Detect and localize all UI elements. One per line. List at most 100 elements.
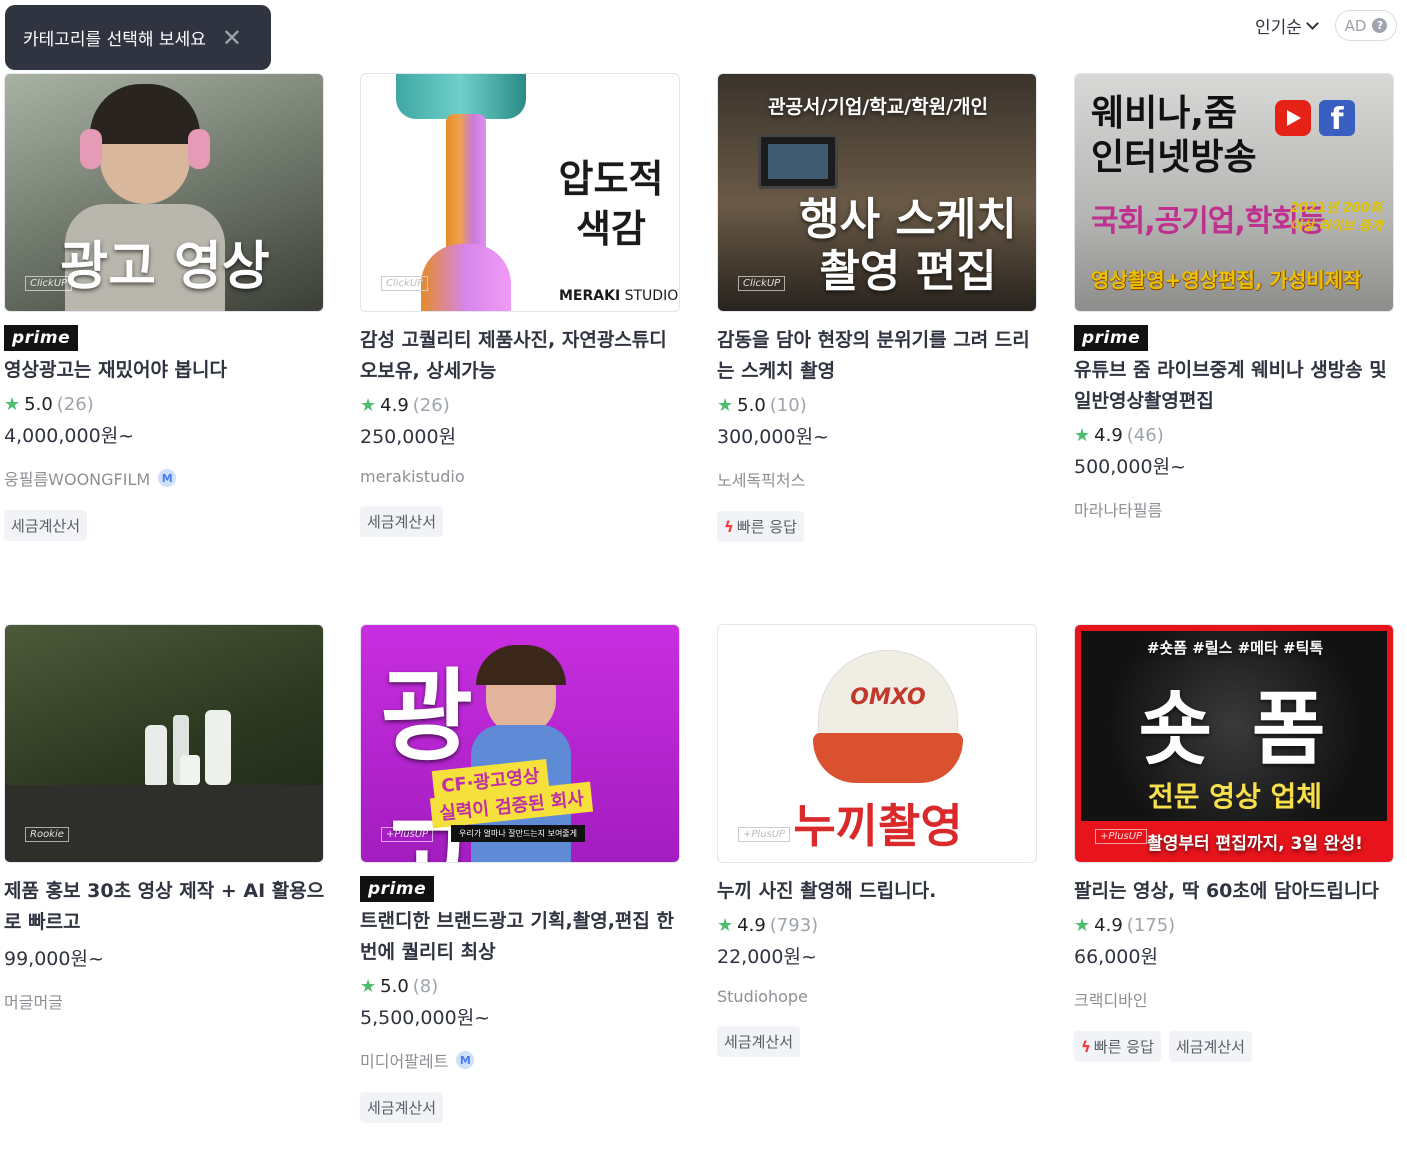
clickup-tag: ClickUP [381, 276, 429, 291]
rating: ★ 5.0 (26) [4, 394, 326, 415]
gig-card[interactable]: 웨비나,줌 인터넷방송 f 국회,공기업,학회등 2021년 200회 이상 라… [1074, 73, 1396, 521]
gig-thumbnail[interactable]: 광고 CF·광고영상 실력이 검증된 회사 우리가 얼마나 잘만드는지 보여줄게… [360, 624, 680, 863]
brand-light: STUDIO [620, 288, 679, 304]
cap-logo-text: OMXO [850, 685, 926, 710]
m-badge-icon: M [158, 469, 177, 487]
gig-card[interactable]: 광고 영상 ClickUP prime 영상광고는 재밌어야 봅니다 ★ 5.0… [4, 73, 326, 541]
youtube-icon [1275, 100, 1311, 136]
gig-title[interactable]: 영상광고는 재밌어야 봅니다 [4, 355, 326, 386]
help-icon: ? [1372, 18, 1388, 33]
seller-name: merakistudio [360, 467, 465, 486]
chevron-down-icon [1306, 16, 1319, 30]
prime-badge: prime [360, 876, 435, 902]
lightning-icon: ϟ [1081, 1037, 1091, 1056]
thumbnail-top-caption: 관공서/기업/학교/학원/개인 [767, 96, 989, 118]
gig-card[interactable]: 관공서/기업/학교/학원/개인 행사 스케치 촬영 편집 ClickUP 감동을… [717, 73, 1039, 542]
seller-name: 머글머글 [4, 993, 63, 1012]
category-tooltip: 카테고리를 선택해 보세요 ✕ [5, 5, 271, 70]
rating-value: 4.9 [1094, 425, 1123, 446]
thumbnail-top-caption: 웨비나,줌 인터넷방송 [1091, 93, 1257, 178]
thumbnail-sub-caption: 전문 영상 업체 [1147, 780, 1323, 813]
prime-badge: prime [4, 325, 79, 351]
tag-label: 빠른 응답 [1093, 1038, 1154, 1056]
tag-list: ϟ 빠른 응답 세금계산서 [1074, 1031, 1396, 1062]
rating: ★ 5.0 (10) [717, 395, 1039, 416]
rating: ★ 4.9 (26) [360, 395, 682, 416]
star-icon: ★ [1074, 915, 1091, 936]
gig-price: 250,000원 [360, 426, 457, 448]
review-count: (8) [412, 976, 439, 997]
review-count: (26) [412, 395, 450, 416]
tag-fast-response: ϟ 빠른 응답 [1074, 1031, 1161, 1062]
gig-thumbnail[interactable]: OMXO 누끼촬영 +PlusUP [717, 624, 1037, 863]
gig-title[interactable]: 누끼 사진 촬영해 드립니다. [717, 876, 1039, 907]
thumbnail-bottom-caption: 촬영부터 편집까지, 3일 완성! [1147, 834, 1363, 854]
gig-card[interactable]: 광고 CF·광고영상 실력이 검증된 회사 우리가 얼마나 잘만드는지 보여줄게… [360, 624, 682, 1123]
gig-thumbnail[interactable]: 웨비나,줌 인터넷방송 f 국회,공기업,학회등 2021년 200회 이상 라… [1074, 73, 1394, 312]
gig-thumbnail[interactable]: 압도적 색감 MERAKI STUDIO ClickUP [360, 73, 680, 312]
rating: ★ 5.0 (8) [360, 976, 682, 997]
review-count: (175) [1126, 915, 1176, 936]
tag-fast-response: ϟ 빠른 응답 [717, 511, 804, 542]
thumbnail-bottom-caption: 영상촬영+영상편집, 가성비제작 [1091, 268, 1362, 292]
seller[interactable]: 크랙디바인 [1074, 987, 1396, 1011]
thumbnail-caption: 행사 스케치 촬영 편집 [799, 194, 1017, 297]
seller[interactable]: Studiohope [717, 987, 1039, 1006]
gig-thumbnail[interactable]: 관공서/기업/학교/학원/개인 행사 스케치 촬영 편집 ClickUP [717, 73, 1037, 312]
thumbnail-small-caption: 우리가 얼마나 잘만드는지 보여줄게 [451, 825, 586, 842]
gig-card[interactable]: OMXO 누끼촬영 +PlusUP 누끼 사진 촬영해 드립니다. ★ 4.9 … [717, 624, 1039, 1057]
tag-tax-invoice: 세금계산서 [4, 510, 88, 541]
review-count: (26) [56, 394, 94, 415]
m-badge-icon: M [456, 1051, 475, 1069]
rating-value: 4.9 [737, 915, 766, 936]
gig-title[interactable]: 제품 홍보 30초 영상 제작 + AI 활용으로 빠르고 [4, 876, 326, 938]
gig-card[interactable]: Rookie 제품 홍보 30초 영상 제작 + AI 활용으로 빠르고 99,… [4, 624, 326, 1013]
thumbnail-caption: 압도적 색감 [558, 157, 664, 251]
star-icon: ★ [360, 976, 377, 997]
clickup-tag: ClickUP [25, 276, 73, 291]
gig-thumbnail[interactable]: #숏폼 #릴스 #메타 #틱톡 숏 폼 전문 영상 업체 촬영부터 편집까지, … [1074, 624, 1394, 863]
rating-value: 4.9 [380, 395, 409, 416]
gig-thumbnail[interactable]: 광고 영상 ClickUP [4, 73, 324, 312]
gig-card[interactable]: #숏폼 #릴스 #메타 #틱톡 숏 폼 전문 영상 업체 촬영부터 편집까지, … [1074, 624, 1396, 1062]
star-icon: ★ [717, 915, 734, 936]
gig-card[interactable]: 압도적 색감 MERAKI STUDIO ClickUP 감성 고퀄리티 제품사… [360, 73, 682, 537]
seller[interactable]: 마라나타필름 [1074, 497, 1396, 521]
close-icon[interactable]: ✕ [222, 26, 242, 50]
star-icon: ★ [4, 394, 21, 415]
tooltip-text: 카테고리를 선택해 보세요 [23, 30, 206, 50]
prime-badge: prime [1074, 325, 1149, 351]
seller[interactable]: 미디어팔레트 M [360, 1048, 682, 1072]
gig-title[interactable]: 트랜디한 브랜드광고 기획,촬영,편집 한번에 퀄리티 최상 [360, 906, 682, 968]
star-icon: ★ [717, 395, 734, 416]
gig-title[interactable]: 유튜브 줌 라이브중계 웨비나 생방송 및 일반영상촬영편집 [1074, 355, 1396, 417]
star-icon: ★ [1074, 425, 1091, 446]
gig-title[interactable]: 팔리는 영상, 딱 60초에 담아드립니다 [1074, 876, 1396, 907]
tag-tax-invoice: 세금계산서 [717, 1026, 801, 1057]
review-count: (793) [769, 915, 819, 936]
seller[interactable]: 노세독픽처스 [717, 467, 1039, 491]
sort-label: 인기순 [1255, 18, 1302, 38]
tag-list: 세금계산서 [360, 506, 682, 537]
seller[interactable]: 웅필름WOONGFILM M [4, 466, 326, 490]
gig-price: 66,000원 [1074, 946, 1158, 968]
thumbnail-top-caption: #숏폼 #릴스 #메타 #틱톡 [1146, 639, 1324, 657]
ad-info-button[interactable]: AD ? [1335, 10, 1397, 41]
gig-title[interactable]: 감성 고퀄리티 제품사진, 자연광스튜디오보유, 상세가능 [360, 325, 682, 387]
seller[interactable]: 머글머글 [4, 989, 326, 1013]
rating-value: 5.0 [737, 395, 766, 416]
gig-price: 5,500,000원~ [360, 1007, 491, 1029]
sort-dropdown[interactable]: 인기순 [1255, 13, 1319, 38]
rating: ★ 4.9 (793) [717, 915, 1039, 936]
gig-thumbnail[interactable]: Rookie [4, 624, 324, 863]
seller[interactable]: merakistudio [360, 467, 682, 486]
plusup-tag: +PlusUP [738, 827, 791, 842]
gig-price: 22,000원~ [717, 946, 817, 968]
gig-title[interactable]: 감동을 담아 현장의 분위기를 그려 드리는 스케치 촬영 [717, 325, 1039, 387]
thumbnail-caption: 누끼촬영 [793, 799, 963, 853]
thumbnail-caption: 숏 폼 [1138, 683, 1332, 776]
tag-tax-invoice: 세금계산서 [1168, 1031, 1252, 1062]
star-icon: ★ [360, 395, 377, 416]
tag-tax-invoice: 세금계산서 [360, 506, 444, 537]
gig-price: 4,000,000원~ [4, 425, 135, 447]
